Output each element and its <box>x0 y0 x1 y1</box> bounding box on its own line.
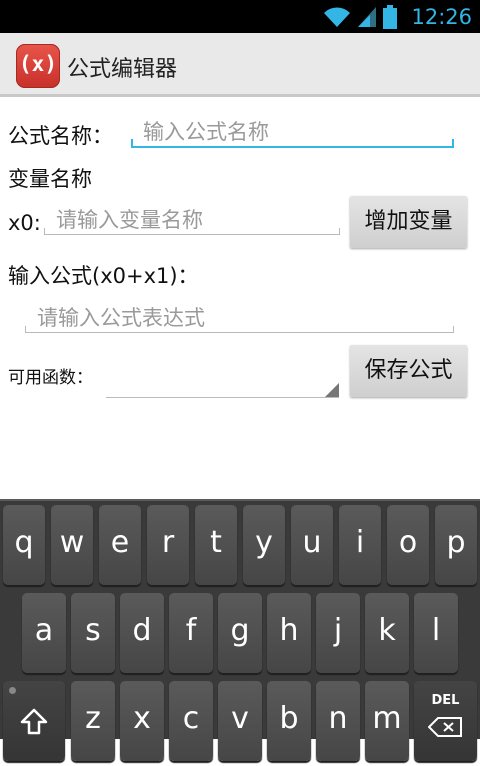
formula-expression-input[interactable]: 请输入公式表达式 <box>25 302 454 333</box>
formula-expression-label: 输入公式(x0+x1)： <box>8 264 199 288</box>
soft-keyboard: q w e r t y u i o p a s d f g h j k l z … <box>0 499 480 761</box>
key-v[interactable]: v <box>218 681 262 761</box>
key-p[interactable]: p <box>435 505 477 585</box>
delete-key[interactable]: DEL <box>414 681 477 761</box>
key-u[interactable]: u <box>291 505 333 585</box>
key-b[interactable]: b <box>267 681 311 761</box>
add-variable-button[interactable]: 增加变量 <box>350 196 467 248</box>
key-t[interactable]: t <box>195 505 237 585</box>
key-d[interactable]: d <box>120 593 164 673</box>
status-bar: 12:26 <box>0 0 480 33</box>
formula-name-placeholder: 输入公式名称 <box>143 120 269 144</box>
formula-expression-placeholder: 请输入公式表达式 <box>37 306 205 330</box>
wifi-icon <box>324 6 351 27</box>
clock: 12:26 <box>411 4 472 29</box>
key-s[interactable]: s <box>71 593 115 673</box>
signal-icon <box>358 6 377 27</box>
key-g[interactable]: g <box>218 593 262 673</box>
shift-lock-dot <box>9 687 16 694</box>
save-formula-button[interactable]: 保存公式 <box>350 345 467 397</box>
key-k[interactable]: k <box>365 593 409 673</box>
key-n[interactable]: n <box>316 681 360 761</box>
key-x[interactable]: x <box>120 681 164 761</box>
key-f[interactable]: f <box>169 593 213 673</box>
key-j[interactable]: j <box>316 593 360 673</box>
shift-key[interactable] <box>3 681 65 761</box>
battery-icon <box>383 4 398 29</box>
key-i[interactable]: i <box>339 505 381 585</box>
app-icon[interactable]: (x) <box>16 44 60 88</box>
spinner-triangle-icon <box>325 383 339 397</box>
formula-name-label: 公式名称： <box>8 124 113 148</box>
key-h[interactable]: h <box>267 593 311 673</box>
key-c[interactable]: c <box>169 681 213 761</box>
key-q[interactable]: q <box>3 505 45 585</box>
key-a[interactable]: a <box>22 593 66 673</box>
variable-name-input[interactable]: 请输入变量名称 <box>44 204 340 235</box>
variable-prefix-label: x0: <box>8 211 41 235</box>
key-r[interactable]: r <box>147 505 189 585</box>
app-title: 公式编辑器 <box>67 57 178 82</box>
action-bar: (x) 公式编辑器 <box>0 33 480 97</box>
variable-name-placeholder: 请输入变量名称 <box>56 208 203 232</box>
key-w[interactable]: w <box>51 505 93 585</box>
backspace-icon <box>428 717 462 737</box>
key-z[interactable]: z <box>71 681 115 761</box>
key-o[interactable]: o <box>387 505 429 585</box>
key-e[interactable]: e <box>99 505 141 585</box>
shift-icon <box>20 708 48 735</box>
formula-name-input[interactable]: 输入公式名称 <box>131 116 454 148</box>
status-icons: 12:26 <box>323 2 472 31</box>
variable-section-label: 变量名称 <box>8 167 92 191</box>
key-l[interactable]: l <box>414 593 458 673</box>
app-icon-text: (x) <box>19 52 57 76</box>
functions-label: 可用函数： <box>8 368 93 388</box>
key-m[interactable]: m <box>365 681 409 761</box>
functions-spinner[interactable] <box>106 369 339 398</box>
key-y[interactable]: y <box>243 505 285 585</box>
